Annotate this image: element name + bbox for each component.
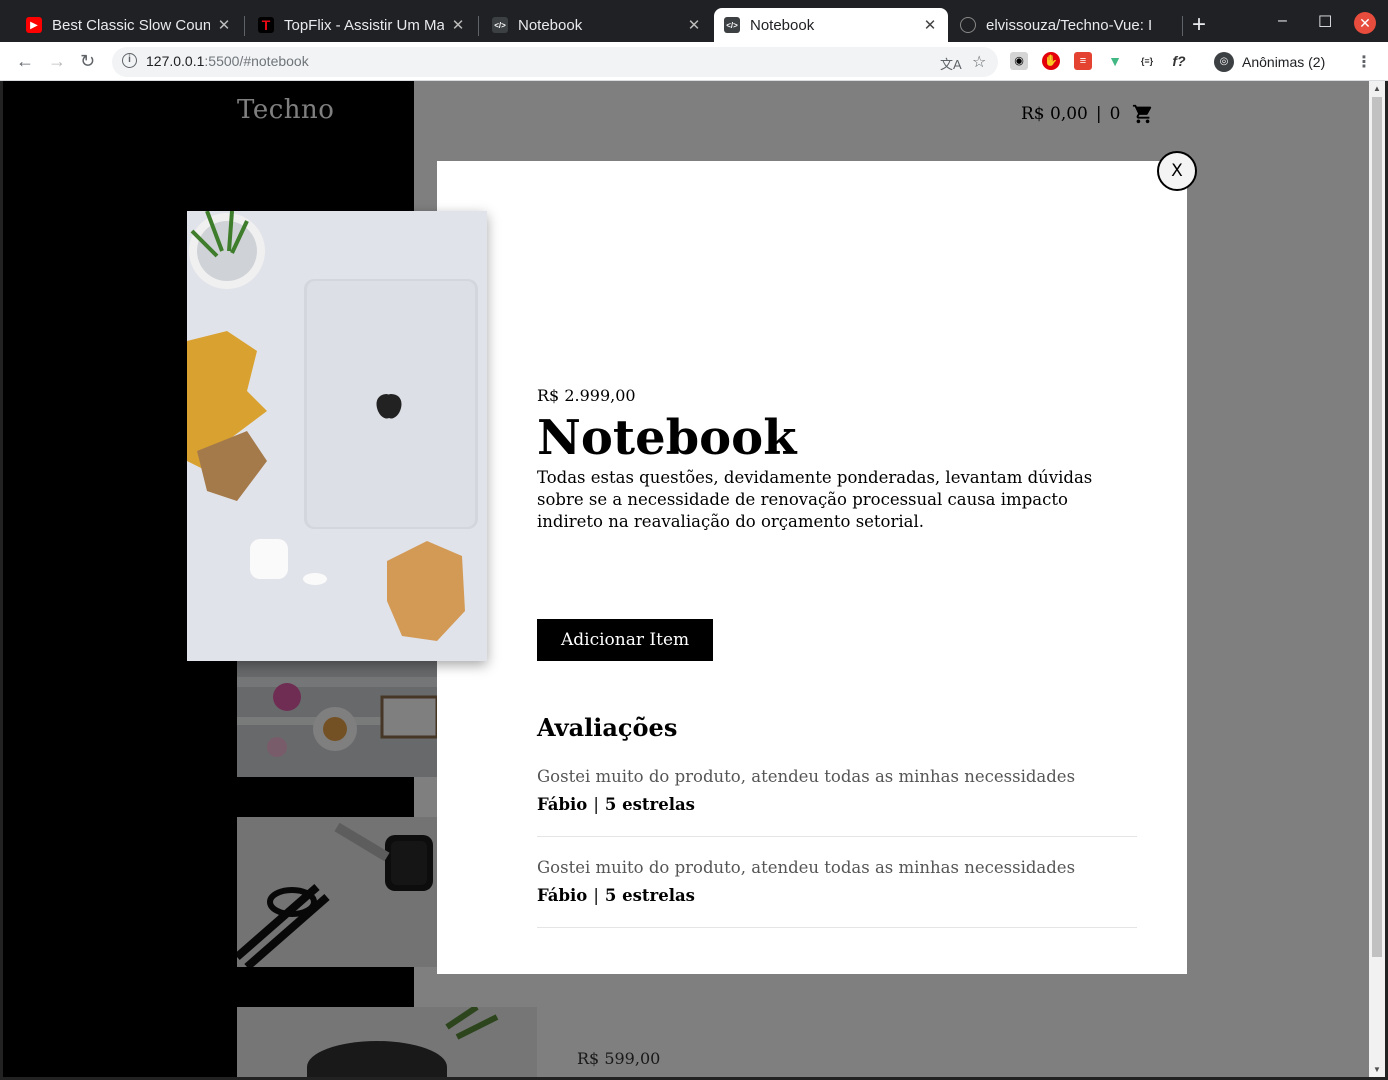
extension-todoist-icon[interactable]: ≡ [1074, 52, 1092, 70]
notebook-photo [187, 211, 487, 661]
address-bar[interactable]: i 127.0.0.1:5500/#notebook 文A ☆ [112, 47, 998, 77]
vue-code-icon: </> [724, 17, 740, 33]
tab-github[interactable]: elvissouza/Techno-Vue: I [950, 8, 1180, 42]
tab-notebook[interactable]: </> Notebook ✕ [482, 8, 712, 42]
minimize-button[interactable]: – [1278, 12, 1287, 30]
extension-vue-devtools-icon[interactable]: ▼ [1106, 52, 1124, 70]
page-scrollbar[interactable]: ▲ ▼ [1369, 81, 1385, 1077]
window-close-button[interactable]: ✕ [1354, 12, 1376, 34]
review-author: Fábio | 5 estrelas [537, 795, 695, 814]
product-info: R$ 2.999,00 Notebook Todas estas questõe… [537, 386, 1137, 533]
youtube-icon: ▶ [26, 17, 42, 33]
incognito-icon: ◎ [1214, 52, 1234, 72]
tab-title: TopFlix - Assistir Um Mal [284, 16, 444, 34]
extension-json-icon[interactable]: {≡} [1138, 52, 1156, 70]
profile-button[interactable]: ◎ Anônimas (2) [1208, 47, 1342, 77]
reload-icon[interactable]: ↻ [80, 50, 95, 72]
page-viewport: Techno R$ 0,00 | 0 [3, 81, 1369, 1077]
scroll-down-icon[interactable]: ▼ [1373, 1065, 1381, 1074]
reviews-title: Avaliações [537, 713, 678, 742]
extension-spy-icon[interactable]: ◉ [1010, 52, 1028, 70]
new-tab-button[interactable]: + [1192, 11, 1206, 39]
topflix-icon: T [258, 17, 274, 33]
tab-title: Notebook [750, 16, 815, 34]
extension-fontface-icon[interactable]: f? [1170, 52, 1188, 70]
review-text: Gostei muito do produto, atendeu todas a… [537, 767, 1076, 786]
review-text: Gostei muito do produto, atendeu todas a… [537, 858, 1076, 877]
review-item: Gostei muito do produto, atendeu todas a… [537, 857, 1137, 928]
maximize-button[interactable]: ☐ [1318, 12, 1332, 32]
profile-label: Anônimas (2) [1242, 54, 1326, 70]
add-item-button[interactable]: Adicionar Item [537, 619, 714, 661]
bookmark-star-icon[interactable]: ☆ [972, 52, 986, 72]
product-modal: R$ 2.999,00 Notebook Todas estas questõe… [437, 161, 1187, 974]
forward-icon[interactable]: → [48, 50, 66, 72]
review-item: Gostei muito do produto, atendeu todas a… [537, 766, 1137, 837]
tab-title: Notebook [518, 16, 583, 34]
tab-title: elvissouza/Techno-Vue: I [986, 16, 1153, 34]
scrollbar-thumb[interactable] [1372, 97, 1382, 957]
back-icon[interactable]: ← [16, 50, 34, 72]
product-image-notebook [187, 211, 487, 661]
scroll-up-icon[interactable]: ▲ [1373, 84, 1381, 93]
product-description: Todas estas questões, devidamente ponder… [537, 468, 1093, 531]
vue-code-icon: </> [492, 17, 508, 33]
review-author: Fábio | 5 estrelas [537, 886, 695, 905]
tab-close-icon[interactable]: ✕ [216, 16, 232, 34]
tab-notebook-active[interactable]: </> Notebook ✕ [714, 8, 948, 42]
tab-close-icon[interactable]: ✕ [450, 16, 466, 34]
product-price: R$ 2.999,00 [537, 386, 636, 405]
tab-topflix[interactable]: T TopFlix - Assistir Um Mal ✕ [248, 8, 476, 42]
product-title: Notebook [537, 410, 797, 466]
info-icon[interactable]: i [122, 53, 137, 68]
browser-window: ▶ Best Classic Slow Country ✕ T TopFlix … [0, 0, 1388, 1080]
tab-title: Best Classic Slow Country [52, 16, 210, 34]
browser-toolbar: ← → ↻ i 127.0.0.1:5500/#notebook 文A ☆ ◉ … [0, 42, 1388, 81]
menu-kebab-icon[interactable]: ⋮ [1356, 52, 1372, 72]
tab-strip: ▶ Best Classic Slow Country ✕ T TopFlix … [0, 0, 1388, 42]
tab-close-icon[interactable]: ✕ [922, 16, 938, 34]
modal-close-button[interactable]: X [1157, 151, 1197, 191]
url-text[interactable]: 127.0.0.1:5500/#notebook [146, 53, 309, 69]
translate-icon[interactable]: 文A [940, 54, 962, 73]
tab-close-icon[interactable]: ✕ [686, 16, 702, 34]
tab-youtube[interactable]: ▶ Best Classic Slow Country ✕ [16, 8, 242, 42]
extension-adblock-icon[interactable]: ✋ [1042, 52, 1060, 70]
github-icon [960, 17, 976, 33]
reviews-section: Avaliações Gostei muito do produto, aten… [537, 713, 1137, 948]
